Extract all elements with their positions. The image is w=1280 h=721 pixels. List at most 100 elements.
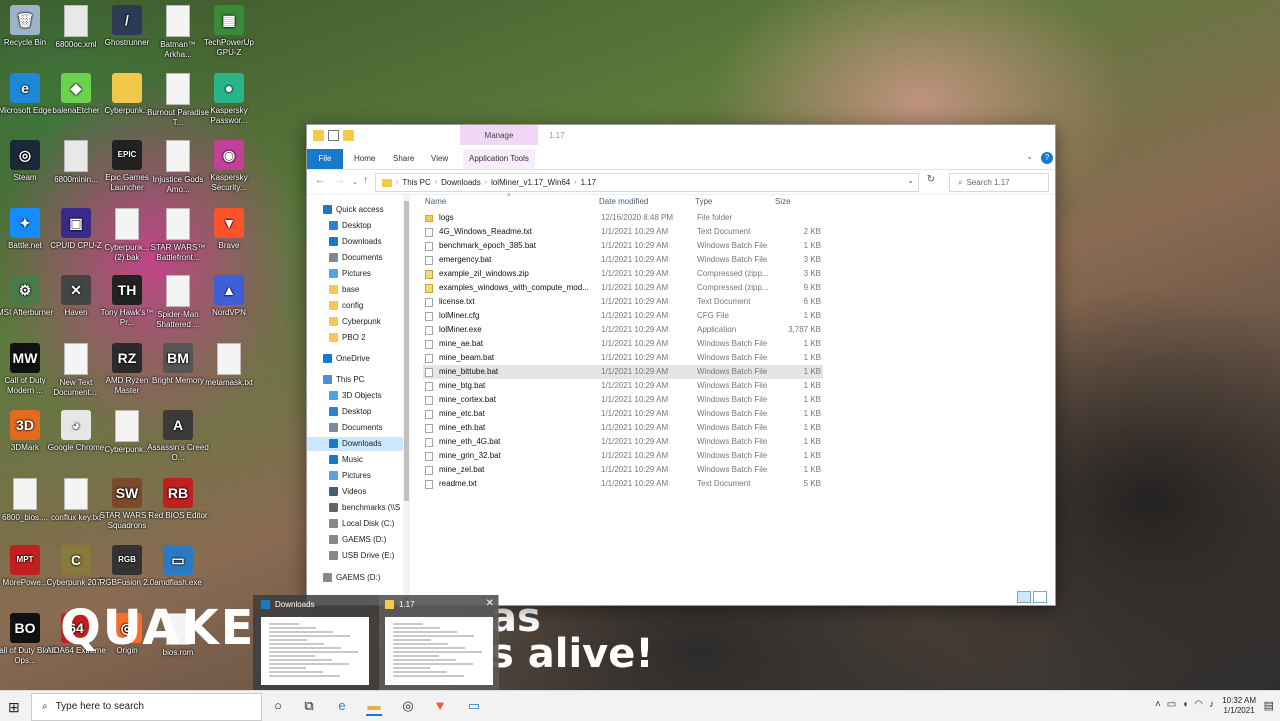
- notification-icon[interactable]: ▤: [1264, 699, 1274, 712]
- search-box[interactable]: ⌕ Search 1.17: [949, 173, 1049, 192]
- nav-scrollbar[interactable]: ▼: [403, 193, 410, 605]
- nav-item[interactable]: Local Disk (C:): [307, 517, 403, 531]
- desktop-icon[interactable]: ◉ Kaspersky Security...: [197, 140, 261, 193]
- file-row[interactable]: mine_grin_32.bat 1/1/2021 10:29 AM Windows…: [423, 449, 823, 463]
- clock[interactable]: 10:32 AM 1/1/2021: [1222, 696, 1256, 716]
- thumbnail-card[interactable]: Downloads: [255, 595, 375, 690]
- nav-item[interactable]: OneDrive: [307, 352, 403, 366]
- file-row[interactable]: mine_eth.bat 1/1/2021 10:29 AM Windows Bat…: [423, 421, 823, 435]
- file-row[interactable]: license.txt 1/1/2021 10:29 AM Text Documen…: [423, 295, 823, 309]
- chevron-up-icon[interactable]: ˄: [1155, 699, 1167, 710]
- nav-item[interactable]: Downloads📌: [307, 235, 403, 249]
- desktop-icon[interactable]: metamask.txt: [197, 342, 261, 388]
- nav-item[interactable]: benchmarks (\\S: [307, 501, 403, 515]
- file-row[interactable]: benchmark_epoch_385.bat 1/1/2021 10:29 AM…: [423, 239, 823, 253]
- chevron-down-icon[interactable]: ⌄: [1026, 152, 1033, 161]
- tab-application-tools[interactable]: Application Tools: [463, 149, 535, 169]
- tab-home[interactable]: Home: [354, 149, 375, 169]
- nav-item[interactable]: config: [307, 299, 403, 313]
- thumbnail-card[interactable]: 1.17 ✕: [379, 595, 499, 690]
- taskbar-search-box[interactable]: ⌕ Type here to search: [31, 693, 262, 721]
- nav-item[interactable]: Quick access: [307, 203, 403, 217]
- column-header-date[interactable]: Date modified: [599, 195, 648, 209]
- speaker-icon[interactable]: ♪: [1209, 699, 1220, 710]
- file-row[interactable]: 4G_Windows_Readme.txt 1/1/2021 10:29 AM Te…: [423, 225, 823, 239]
- wifi-icon[interactable]: ◠: [1194, 699, 1209, 710]
- nav-item[interactable]: Desktop📌: [307, 219, 403, 233]
- file-row[interactable]: mine_zel.bat 1/1/2021 10:29 AM Windows Bat…: [423, 463, 823, 477]
- nav-item[interactable]: Documents📌: [307, 251, 403, 265]
- file-row[interactable]: examples_windows_with_compute_mod... 1/1/…: [423, 281, 823, 295]
- system-tray[interactable]: ˄▭◖◠♪: [1155, 699, 1220, 710]
- recent-chevron-icon[interactable]: ⌄: [352, 178, 358, 186]
- nav-item[interactable]: Downloads: [307, 437, 403, 451]
- nav-item[interactable]: GAEMS (D:): [307, 533, 403, 547]
- cortana-icon[interactable]: ○: [270, 698, 286, 714]
- desktop-icon[interactable]: ▼ Brave: [197, 207, 261, 251]
- breadcrumb-this-pc[interactable]: This PC: [402, 178, 430, 187]
- tab-file[interactable]: File: [307, 149, 343, 169]
- network-icon[interactable]: ▭: [1167, 699, 1182, 710]
- nav-item[interactable]: Documents: [307, 421, 403, 435]
- desktop-icon[interactable]: A Assassin's Creed O...: [146, 410, 210, 463]
- file-row[interactable]: readme.txt 1/1/2021 10:29 AM Text Document…: [423, 477, 823, 491]
- tab-view[interactable]: View: [431, 149, 448, 169]
- nav-item[interactable]: Videos: [307, 485, 403, 499]
- column-header-size[interactable]: Size: [775, 195, 791, 209]
- nav-item[interactable]: This PC: [307, 373, 403, 387]
- desktop-icon[interactable]: ▭ amdflash.exe: [146, 545, 210, 588]
- file-explorer-icon[interactable]: ▬: [366, 698, 382, 716]
- properties-icon[interactable]: [328, 130, 339, 141]
- nav-item[interactable]: USB Drive (E:): [307, 549, 403, 563]
- close-icon[interactable]: ✕: [486, 598, 494, 609]
- nav-item[interactable]: Cyberpunk: [307, 315, 403, 329]
- file-row[interactable]: emergency.bat 1/1/2021 10:29 AM Windows Ba…: [423, 253, 823, 267]
- nav-item[interactable]: Pictures: [307, 469, 403, 483]
- file-row[interactable]: mine_cortex.bat 1/1/2021 10:29 AM Windows …: [423, 393, 823, 407]
- file-row[interactable]: mine_etc.bat 1/1/2021 10:29 AM Windows Bat…: [423, 407, 823, 421]
- column-header-name[interactable]: Name ˄: [425, 193, 595, 209]
- file-row[interactable]: mine_btg.bat 1/1/2021 10:29 AM Windows Bat…: [423, 379, 823, 393]
- volume-icon[interactable]: ◖: [1182, 699, 1194, 710]
- file-row[interactable]: example_zil_windows.zip 1/1/2021 10:29 AM…: [423, 267, 823, 281]
- file-row[interactable]: lolMiner.cfg 1/1/2021 10:29 AM CFG File 1 K…: [423, 309, 823, 323]
- file-row[interactable]: logs 12/16/2020 8:48 PM File folder: [423, 211, 823, 225]
- address-bar[interactable]: › This PC › Downloads › lolMiner_v1.17_W…: [375, 173, 919, 192]
- nav-item[interactable]: Pictures📌: [307, 267, 403, 281]
- brave-icon[interactable]: ▼: [432, 698, 448, 714]
- nav-item[interactable]: Music: [307, 453, 403, 467]
- file-row[interactable]: lolMiner.exe 1/1/2021 10:29 AM Application…: [423, 323, 823, 337]
- task-view-icon[interactable]: ⧉: [301, 698, 317, 714]
- steam-icon[interactable]: ◎: [400, 698, 416, 714]
- manage-contextual-tab[interactable]: Manage: [460, 125, 538, 145]
- breadcrumb-current[interactable]: 1.17: [581, 178, 597, 187]
- nav-item[interactable]: GAEMS (D:): [307, 571, 403, 585]
- desktop-icon[interactable]: ● Kaspersky Passwor...: [197, 72, 261, 126]
- windows-start-icon[interactable]: ⊞: [8, 699, 20, 716]
- large-icons-view-icon[interactable]: [1033, 591, 1047, 603]
- file-row[interactable]: mine_bittube.bat 1/1/2021 10:29 AM Windows…: [423, 365, 823, 379]
- back-arrow-icon[interactable]: ←: [315, 175, 325, 186]
- help-icon[interactable]: ?: [1041, 152, 1053, 164]
- forward-arrow-icon[interactable]: →: [335, 175, 345, 186]
- desktop-icon[interactable]: ▦ TechPowerUp GPU-Z: [197, 5, 261, 58]
- scrollbar-thumb[interactable]: [404, 201, 409, 501]
- desktop-icon[interactable]: RB Red BIOS Editor: [146, 477, 210, 521]
- nav-item[interactable]: Desktop: [307, 405, 403, 419]
- details-view-icon[interactable]: [1017, 591, 1031, 603]
- column-header-type[interactable]: Type: [695, 195, 712, 209]
- file-row[interactable]: mine_beam.bat 1/1/2021 10:29 AM Windows Ba…: [423, 351, 823, 365]
- edge-icon[interactable]: e: [334, 698, 350, 714]
- breadcrumb-downloads[interactable]: Downloads: [441, 178, 481, 187]
- folder-icon[interactable]: [313, 130, 324, 141]
- tab-share[interactable]: Share: [393, 149, 414, 169]
- address-dropdown-icon[interactable]: ⌄: [907, 176, 914, 185]
- up-arrow-icon[interactable]: ↑: [363, 175, 368, 186]
- nav-item[interactable]: 3D Objects: [307, 389, 403, 403]
- breadcrumb-lolminer[interactable]: lolMiner_v1.17_Win64: [491, 178, 570, 187]
- file-row[interactable]: mine_eth_4G.bat 1/1/2021 10:29 AM Windows …: [423, 435, 823, 449]
- refresh-icon[interactable]: ↻: [923, 174, 939, 190]
- amdflash-icon[interactable]: ▭: [466, 698, 482, 714]
- desktop-icon[interactable]: ▲ NordVPN: [197, 275, 261, 318]
- nav-item[interactable]: base: [307, 283, 403, 297]
